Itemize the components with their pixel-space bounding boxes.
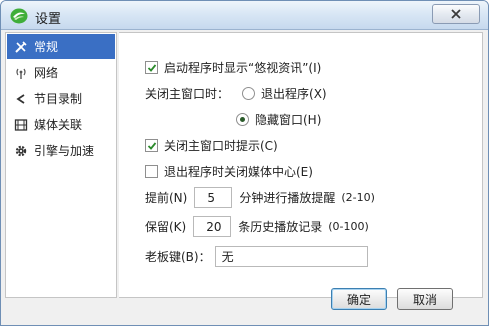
history-row: 保留(K) 20 条历史播放记录 (0-100) [145,216,369,237]
remind-prefix: 提前(N) [145,191,188,205]
boss-key-label: 老板键(B)： [145,250,211,264]
sidebar-item-label: 节目录制 [34,92,83,106]
hide-window-option[interactable]: 隐藏窗口(H) [236,111,321,128]
cancel-button[interactable]: 取消 [397,288,453,310]
prompt-on-close-checkbox[interactable] [145,139,158,152]
gear-icon [14,144,28,158]
film-icon [14,118,28,132]
sidebar-item-label: 引擎与加速 [34,144,95,158]
remind-row: 提前(N) 5 分钟进行播放提醒 (2-10) [145,187,375,208]
checkmark-icon [147,141,156,150]
show-news-label: 启动程序时显示“悠视资讯”(I) [164,61,322,75]
prompt-on-close-label: 关闭主窗口时提示(C) [164,139,278,153]
app-logo-icon [10,8,28,24]
wrench-icon [14,40,28,54]
ok-button[interactable]: 确定 [331,288,387,310]
title-bar[interactable]: 设置 [1,1,488,30]
close-media-center-label: 退出程序时关闭媒体中心(E) [164,165,313,179]
close-media-center-checkbox[interactable] [145,165,158,178]
sidebar-item-media-association[interactable]: 媒体关联 [7,112,115,137]
sidebar-item-label: 常规 [34,40,59,54]
share-icon [14,92,28,106]
window-title: 设置 [35,12,62,27]
hide-window-label: 隐藏窗口(H) [255,113,322,127]
settings-window: 设置 常规 网络 节目录制 媒体关联 引擎与加速 启动程序时显示“悠视资讯”(I… [0,0,489,326]
sidebar-item-label: 媒体关联 [34,118,83,132]
boss-key-row: 老板键(B)： 无 [145,246,368,267]
close-media-center-option[interactable]: 退出程序时关闭媒体中心(E) [145,163,313,180]
history-prefix: 保留(K) [145,220,187,234]
antenna-icon [14,66,28,80]
general-settings-panel: 启动程序时显示“悠视资讯”(I) 关闭主窗口时： 退出程序(X) 隐藏窗口(H)… [119,32,483,298]
close-behavior-label: 关闭主窗口时： [145,87,230,101]
close-button[interactable] [432,4,480,24]
boss-key-input[interactable]: 无 [214,246,368,267]
close-behavior-row: 关闭主窗口时： 退出程序(X) [145,85,327,102]
sidebar-item-engine[interactable]: 引擎与加速 [7,138,115,163]
history-range: (0-100) [328,220,369,233]
show-news-checkbox[interactable] [145,61,158,74]
remind-range: (2-10) [341,191,375,204]
remind-minutes-input[interactable]: 5 [194,187,233,208]
dialog-body: 常规 网络 节目录制 媒体关联 引擎与加速 启动程序时显示“悠视资讯”(I) 关… [3,31,486,325]
sidebar-item-network[interactable]: 网络 [7,60,115,85]
exit-program-radio[interactable] [242,87,256,100]
exit-program-label: 退出程序(X) [261,87,327,101]
checkmark-icon [147,63,156,72]
sidebar-item-label: 网络 [34,66,59,80]
hide-window-radio[interactable] [236,113,249,126]
history-count-input[interactable]: 20 [193,216,232,237]
history-suffix: 条历史播放记录 [238,220,323,234]
settings-sidebar: 常规 网络 节目录制 媒体关联 引擎与加速 [5,32,117,298]
sidebar-item-recording[interactable]: 节目录制 [7,86,115,111]
prompt-on-close-option[interactable]: 关闭主窗口时提示(C) [145,137,278,154]
show-news-option[interactable]: 启动程序时显示“悠视资讯”(I) [145,59,321,76]
remind-suffix: 分钟进行播放提醒 [239,191,336,205]
sidebar-item-general[interactable]: 常规 [7,34,115,59]
close-icon [451,9,461,19]
